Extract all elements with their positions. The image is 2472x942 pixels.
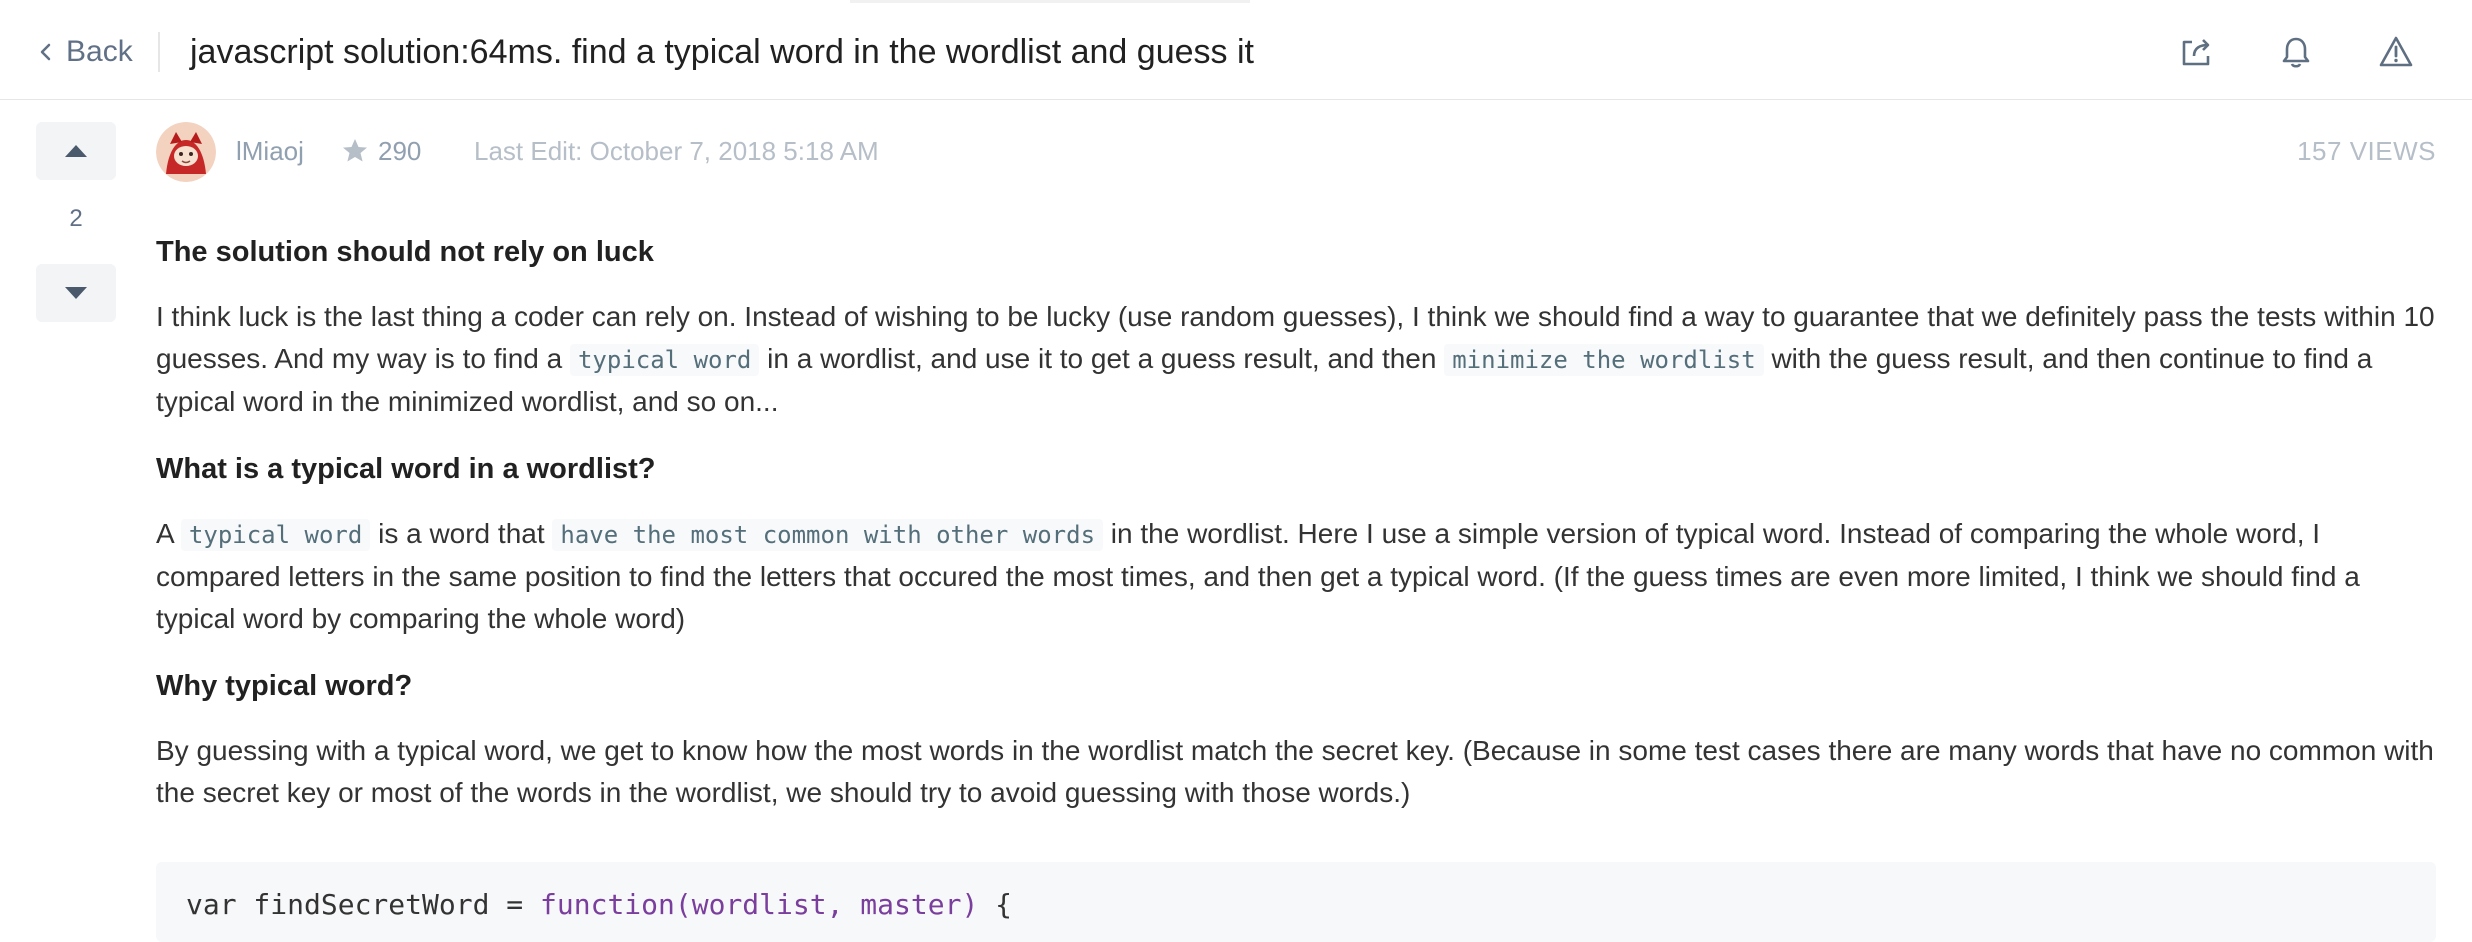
top-bar: Back javascript solution:64ms. find a ty… bbox=[0, 0, 2472, 100]
post-content: The solution should not rely on luck I t… bbox=[156, 230, 2436, 838]
code-block[interactable]: var findSecretWord = function(wordlist, … bbox=[156, 862, 2436, 942]
author-name[interactable]: lMiaoj bbox=[236, 136, 304, 167]
paragraph: I think luck is the last thing a coder c… bbox=[156, 296, 2436, 423]
reputation-score: 290 bbox=[378, 136, 422, 166]
top-accent-line bbox=[850, 0, 1250, 3]
inline-code: have the most common with other words bbox=[552, 519, 1104, 551]
code-keyword: function(wordlist, master) bbox=[540, 888, 979, 921]
code-text: { bbox=[978, 888, 1013, 921]
header-divider bbox=[158, 32, 160, 72]
avatar[interactable] bbox=[156, 122, 216, 182]
back-label: Back bbox=[66, 35, 133, 68]
upvote-button[interactable] bbox=[36, 122, 116, 180]
view-count: 157 VIEWS bbox=[2297, 136, 2436, 166]
code-text: var findSecretWord = bbox=[186, 888, 541, 921]
avatar-image bbox=[156, 122, 216, 182]
inline-code: typical word bbox=[569, 344, 760, 376]
back-button[interactable]: Back bbox=[36, 32, 133, 72]
star-icon bbox=[343, 139, 367, 162]
section-heading: What is a typical word in a wordlist? bbox=[156, 453, 656, 485]
paragraph: A typical word is a word that have the m… bbox=[156, 513, 2436, 640]
downvote-button[interactable] bbox=[36, 264, 116, 322]
inline-code: minimize the wordlist bbox=[1444, 344, 1764, 376]
paragraph: By guessing with a typical word, we get … bbox=[156, 735, 2434, 808]
paragraph-text: in a wordlist, and use it to get a guess… bbox=[759, 343, 1445, 374]
paragraph-text: is a word that bbox=[370, 518, 553, 549]
last-edit-timestamp: Last Edit: October 7, 2018 5:18 AM bbox=[474, 136, 879, 166]
vote-count: 2 bbox=[69, 205, 83, 232]
section-heading: The solution should not rely on luck bbox=[156, 236, 654, 268]
warning-icon[interactable] bbox=[2378, 34, 2414, 70]
page-title: javascript solution:64ms. find a typical… bbox=[190, 33, 1254, 71]
bell-icon[interactable] bbox=[2278, 34, 2314, 70]
inline-code: typical word bbox=[180, 519, 371, 551]
caret-up-icon bbox=[65, 145, 87, 157]
paragraph-text: A bbox=[156, 518, 181, 549]
share-icon[interactable] bbox=[2178, 34, 2214, 70]
section-heading: Why typical word? bbox=[156, 670, 413, 702]
caret-down-icon bbox=[65, 287, 87, 299]
chevron-left-icon bbox=[40, 43, 51, 61]
